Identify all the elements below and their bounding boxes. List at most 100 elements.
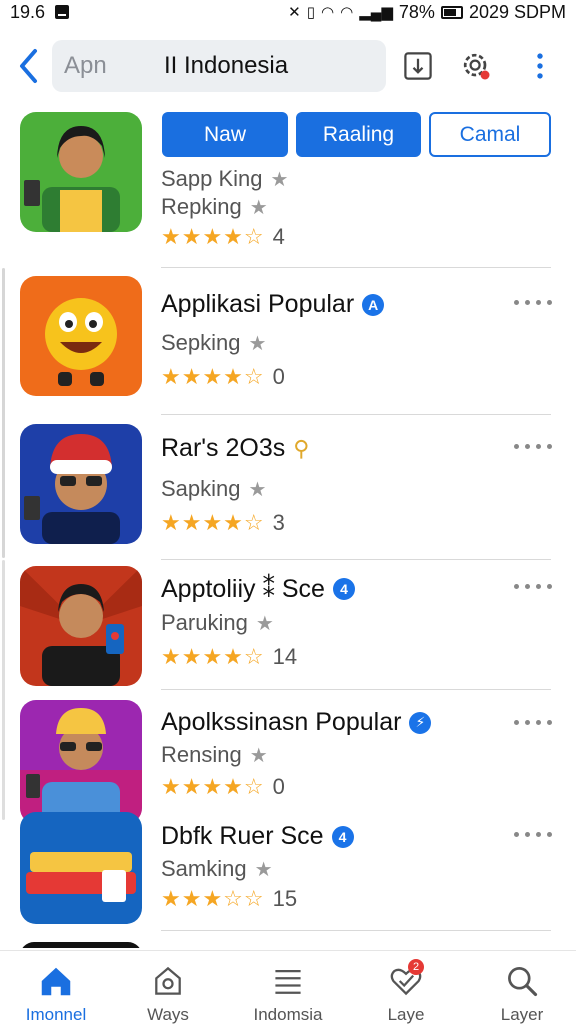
verified-badge-icon: ⚡ <box>409 711 432 734</box>
notification-icon <box>55 5 70 19</box>
nav-label: Indomsia <box>253 1005 323 1024</box>
filter-now-button[interactable]: Naw <box>162 112 288 157</box>
list-item[interactable]: Dbfk Ruer Sce 4 Samking ★ ★★★☆☆ 15 <box>0 812 576 942</box>
list-item-partial <box>0 940 576 948</box>
nav-label: Layer <box>500 1005 544 1024</box>
app-title-label: Dbfk Ruer Sce <box>161 822 324 850</box>
rating-stars: ★★★★☆ <box>161 644 265 669</box>
status-clock: 2029 SDPM <box>468 1 566 22</box>
app-developer-label: Paruking <box>161 610 248 635</box>
app-developer: Samking ★ <box>161 856 273 882</box>
battery-percent: 78% <box>398 1 435 22</box>
more-options-button[interactable] <box>514 712 552 732</box>
app-developer: Sepking ★ <box>161 330 266 356</box>
wifi-icon-2: ◠ <box>340 4 354 21</box>
app-title[interactable]: Dbfk Ruer Sce 4 <box>161 822 354 851</box>
search-placeholder: Apn <box>64 52 107 79</box>
app-developer-label: Samking <box>161 856 247 881</box>
rating-stars: ★★★★☆ <box>161 774 265 799</box>
list-item[interactable]: Apptoliiy ⁑ Sce 4 Paruking ★ ★★★★☆ 14 <box>0 560 576 690</box>
app-title[interactable]: Apolkssinasn Popular ⚡ <box>161 708 432 737</box>
star-icon: ★ <box>249 196 268 219</box>
app-rating: ★★★★☆ 3 <box>161 510 285 536</box>
nav-layer[interactable]: Layer <box>474 951 570 1024</box>
battery-icon <box>440 5 463 19</box>
star-icon: ★ <box>248 332 267 355</box>
app-developer-label: Sepking <box>161 330 241 355</box>
nav-laye[interactable]: 2 Laye <box>358 951 454 1024</box>
ways-icon <box>148 961 188 1001</box>
gear-icon <box>463 53 490 80</box>
back-button[interactable] <box>8 38 48 94</box>
location-pin-icon: ⚲ <box>293 435 310 461</box>
app-rating: ★★★★☆ 14 <box>161 644 297 670</box>
app-thumbnail <box>20 276 142 396</box>
rating-count: 0 <box>272 774 285 799</box>
rating-count: 15 <box>272 886 298 911</box>
list-item[interactable]: Rar's 2O3s ⚲ Sapking ★ ★★★★☆ 3 <box>0 416 576 560</box>
list-item[interactable]: Applikasi Popular A Sepking ★ ★★★★☆ 0 <box>0 268 576 415</box>
rating-stars: ★★★★☆ <box>161 510 265 535</box>
more-vertical-icon <box>537 53 543 79</box>
settings-button[interactable] <box>456 46 496 86</box>
rating-count: 4 <box>272 224 285 249</box>
list-item[interactable]: Apolkssinasn Popular ⚡ Rensing ★ ★★★★☆ 0 <box>0 690 576 824</box>
filter-casual-button[interactable]: Camal <box>429 112 551 157</box>
app-title-label: Apptoliiy ⁑ Sce <box>161 575 325 603</box>
star-icon: ★ <box>248 478 267 501</box>
star-icon: ★ <box>255 612 274 635</box>
app-developer: Paruking ★ <box>161 610 274 636</box>
app-list[interactable]: Naw Raaling Camal Sapp King ★ Repking ★ … <box>0 100 576 948</box>
chevron-left-icon <box>20 49 37 83</box>
download-icon <box>404 52 432 80</box>
app-title-label: Apolkssinasn Popular <box>161 708 402 736</box>
nav-label: Laye <box>387 1005 425 1024</box>
star-icon: ★ <box>254 858 273 881</box>
star-icon: ★ <box>270 168 289 191</box>
app-developer: Sapking ★ <box>161 476 266 502</box>
app-title[interactable]: Applikasi Popular A <box>161 290 385 319</box>
status-bar: 19.6 ✕ ▯ ◠ ◠ ▂▄▆ 78% 2029 SDPM <box>0 0 576 24</box>
app-thumbnail <box>20 566 142 686</box>
rating-count: 0 <box>272 364 285 389</box>
app-developer-label: Rensing <box>161 742 242 767</box>
wifi-icon: ◠ <box>321 4 335 21</box>
more-options-button[interactable] <box>514 824 552 844</box>
app-thumbnail <box>20 812 142 924</box>
home-icon <box>36 961 76 1001</box>
bottom-navigation: Imonnel Ways Indomsia 2 Laye Layer <box>0 950 576 1024</box>
status-time: 19.6 <box>10 1 46 22</box>
app-rating: ★★★★☆ 0 <box>161 364 285 390</box>
divider <box>161 930 551 931</box>
list-icon <box>268 961 308 1001</box>
more-menu-button[interactable] <box>520 46 560 86</box>
app-title[interactable]: Rar's 2O3s ⚲ <box>161 434 309 463</box>
verified-badge-icon: 4 <box>331 825 354 848</box>
verified-badge-icon: A <box>362 293 385 316</box>
app-developer: Rensing ★ <box>161 742 268 768</box>
filter-rating-button[interactable]: Raaling <box>296 112 421 157</box>
nav-ways[interactable]: Ways <box>120 951 216 1024</box>
star-icon: ★ <box>249 744 268 767</box>
app-title[interactable]: Apptoliiy ⁑ Sce 4 <box>161 574 355 604</box>
heart-icon: 2 <box>386 959 426 1001</box>
divider <box>161 414 551 415</box>
more-options-button[interactable] <box>514 436 552 456</box>
verified-badge-icon: 4 <box>332 578 355 600</box>
nav-home[interactable]: Imonnel <box>8 951 104 1024</box>
nav-label: Imonnel <box>25 1005 87 1024</box>
more-options-button[interactable] <box>514 292 552 312</box>
signal-icon: ▂▄▆ <box>359 4 393 21</box>
search-input[interactable]: Apn II Indonesia <box>52 40 386 92</box>
app-category-label: Repking <box>161 194 242 219</box>
download-button[interactable] <box>398 46 438 86</box>
app-rating: ★★★★☆ 4 <box>161 224 285 250</box>
app-category: Repking ★ <box>161 194 268 220</box>
app-developer: Sapp King ★ <box>161 166 288 192</box>
more-options-button[interactable] <box>514 576 552 596</box>
app-title-label: Rar's 2O3s <box>161 434 286 462</box>
rating-stars: ★★★★☆ <box>161 364 265 389</box>
nav-indomsia[interactable]: Indomsia <box>240 951 336 1024</box>
list-item[interactable]: Naw Raaling Camal Sapp King ★ Repking ★ … <box>0 100 576 268</box>
notification-badge: 2 <box>408 959 424 975</box>
